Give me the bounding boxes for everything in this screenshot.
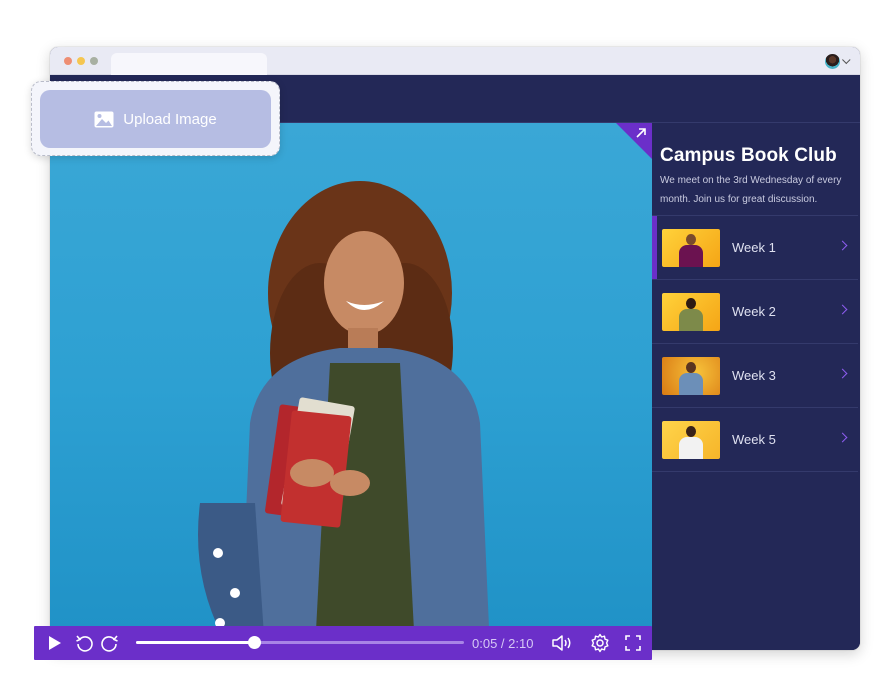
week-item-3[interactable]: Week 3	[652, 344, 858, 408]
time-display: 0:05 / 2:10	[472, 636, 534, 651]
browser-titlebar	[50, 47, 860, 75]
close-window-button[interactable]	[64, 57, 72, 65]
week-item-1[interactable]: Week 1	[652, 216, 858, 280]
video-area[interactable]	[50, 123, 652, 650]
club-description: We meet on the 3rd Wednesday of every mo…	[660, 175, 842, 205]
upload-dropzone[interactable]: Upload Image	[31, 81, 280, 156]
chevron-right-icon	[837, 240, 848, 251]
minimize-window-button[interactable]	[77, 57, 85, 65]
upload-image-button[interactable]: Upload Image	[40, 90, 271, 148]
week-label: Week 3	[732, 368, 776, 383]
avatar	[825, 54, 840, 69]
chevron-down-icon	[842, 55, 851, 64]
week-item-2[interactable]: Week 2	[652, 280, 858, 344]
settings-icon[interactable]	[590, 633, 610, 653]
week-label: Week 2	[732, 304, 776, 319]
week-label: Week 1	[732, 240, 776, 255]
browser-tab[interactable]	[111, 53, 267, 75]
rewind-icon[interactable]	[74, 633, 94, 653]
playlist-sidebar: Campus Book Club We meet on the 3rd Wedn…	[652, 123, 860, 650]
fullscreen-icon[interactable]	[623, 633, 643, 653]
week-thumbnail	[662, 228, 720, 267]
week-item-5[interactable]: Week 5	[652, 408, 858, 472]
week-thumbnail	[662, 420, 720, 459]
week-label: Week 5	[732, 432, 776, 447]
club-title: Campus Book Club	[660, 145, 837, 166]
play-icon[interactable]	[44, 633, 64, 653]
maximize-window-button[interactable]	[90, 57, 98, 65]
progress-bar[interactable]	[136, 636, 464, 649]
expand-arrow-icon[interactable]	[635, 127, 647, 139]
week-thumbnail	[662, 292, 720, 331]
video-frame-student	[198, 181, 490, 650]
week-list: Week 1 Week 2 Week 3 Week 5	[652, 215, 858, 472]
volume-icon[interactable]	[550, 633, 574, 653]
forward-icon[interactable]	[100, 633, 120, 653]
week-thumbnail	[662, 356, 720, 395]
upload-label: Upload Image	[123, 110, 217, 128]
chevron-right-icon	[837, 368, 848, 379]
progress-handle[interactable]	[248, 636, 262, 649]
account-menu[interactable]	[825, 54, 851, 69]
chevron-right-icon	[837, 304, 848, 315]
progress-fill	[136, 641, 255, 644]
image-icon	[94, 111, 114, 127]
chevron-right-icon	[837, 432, 848, 443]
video-controls: 0:05 / 2:10	[34, 626, 652, 660]
